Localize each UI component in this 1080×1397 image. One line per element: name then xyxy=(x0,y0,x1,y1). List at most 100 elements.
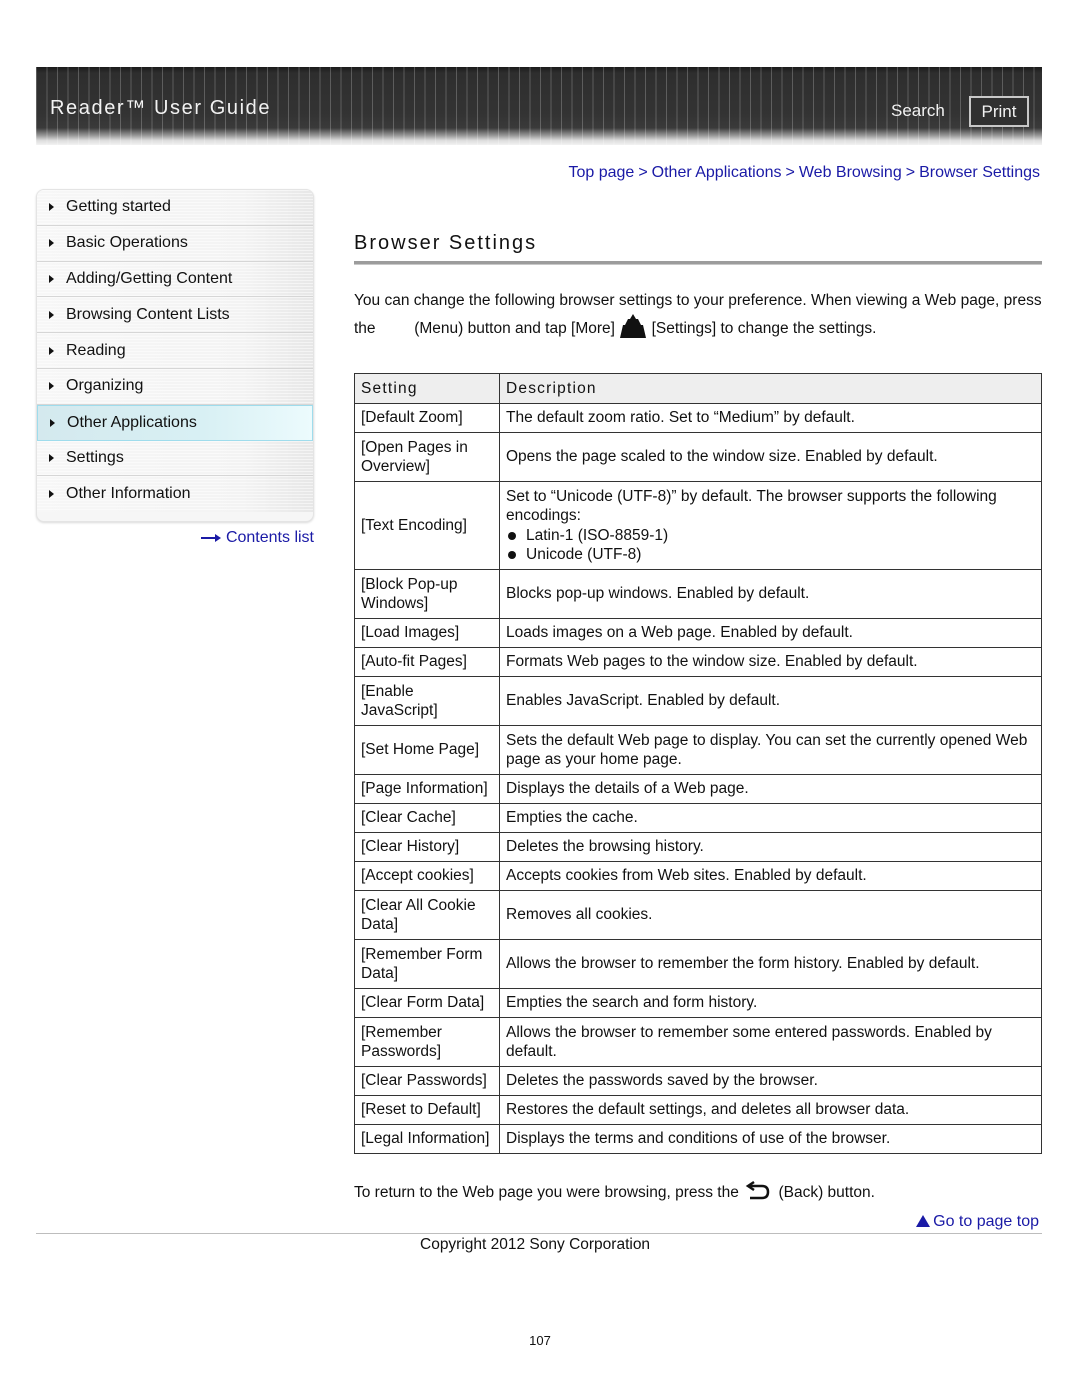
description-text: The default zoom ratio. Set to “Medium” … xyxy=(506,409,855,427)
sidebar-item-getting-started[interactable]: Getting started xyxy=(37,190,313,226)
breadcrumb-separator: > xyxy=(905,164,916,181)
description-text: Removes all cookies. xyxy=(506,906,653,924)
triangle-right-icon xyxy=(49,382,54,391)
description-text: Displays the details of a Web page. xyxy=(506,780,749,798)
setting-description-cell: Empties the cache. xyxy=(499,803,1042,833)
triangle-right-icon xyxy=(49,453,54,462)
table-row: [Reset to Default] Restores the default s… xyxy=(354,1095,1042,1125)
table-row: [Load Images] Loads images on a Web page.… xyxy=(354,618,1042,648)
sidebar-item-reading[interactable]: Reading xyxy=(37,333,313,369)
setting-description-cell: Displays the terms and conditions of use… xyxy=(499,1124,1042,1154)
triangle-right-icon xyxy=(49,310,54,319)
table-row: [Open Pages in Overview] Opens the page s… xyxy=(354,432,1042,482)
print-button[interactable]: Print xyxy=(969,96,1029,127)
sidebar-item-adding-getting-content[interactable]: Adding/Getting Content xyxy=(37,261,313,298)
breadcrumb-browser-settings[interactable]: Browser Settings xyxy=(919,164,1040,181)
encoding-list-item: Unicode (UTF-8) xyxy=(506,545,1035,565)
table-row: [Legal Information] Displays the terms an… xyxy=(354,1124,1042,1154)
return-text-before: To return to the Web page you were brows… xyxy=(354,1184,739,1201)
footer-divider xyxy=(36,1233,1042,1234)
triangle-right-icon xyxy=(50,418,55,427)
setting-name-cell: [Clear Form Data] xyxy=(354,988,500,1018)
triangle-right-icon xyxy=(49,346,54,355)
setting-name-cell: [Open Pages in Overview] xyxy=(354,432,500,482)
sidebar-item-label: Other Applications xyxy=(67,413,197,431)
table-row: [Accept cookies] Accepts cookies from Web… xyxy=(354,861,1042,891)
table-row: [Remember Form Data] Allows the browser t… xyxy=(354,939,1042,989)
setting-name-cell: [Text Encoding] xyxy=(354,481,500,570)
table-row: [Clear All Cookie Data] Removes all cooki… xyxy=(354,890,1042,940)
go-to-page-top-label: Go to page top xyxy=(933,1213,1039,1230)
intro-text-3: [Settings] to change the settings. xyxy=(651,320,877,337)
table-row: [Text Encoding] Set to “Unicode (UTF-8)” … xyxy=(354,481,1042,570)
setting-description-cell: Restores the default settings, and delet… xyxy=(499,1095,1042,1125)
sidebar-item-organizing[interactable]: Organizing xyxy=(37,368,313,405)
setting-description-cell: Opens the page scaled to the window size… xyxy=(499,432,1042,482)
setting-description-cell: Displays the details of a Web page. xyxy=(499,774,1042,804)
setting-name-cell: [Accept cookies] xyxy=(354,861,500,891)
description-text: Accepts cookies from Web sites. Enabled … xyxy=(506,867,867,885)
sidebar-item-label: Adding/Getting Content xyxy=(66,269,233,287)
back-icon xyxy=(745,1180,770,1200)
setting-description-cell: Enables JavaScript. Enabled by default. xyxy=(499,676,1042,726)
setting-name-cell: [Legal Information] xyxy=(354,1124,500,1154)
sidebar-item-basic-operations[interactable]: Basic Operations xyxy=(37,225,313,262)
breadcrumb-other-applications[interactable]: Other Applications xyxy=(652,164,782,181)
description-text: Enables JavaScript. Enabled by default. xyxy=(506,692,781,710)
triangle-up-icon xyxy=(916,1215,931,1227)
setting-description-cell: The default zoom ratio. Set to “Medium” … xyxy=(499,403,1042,433)
encoding-list-item: Latin-1 (ISO-8859-1) xyxy=(506,526,1035,546)
description-text: Loads images on a Web page. Enabled by d… xyxy=(506,624,853,642)
setting-name-cell: [Default Zoom] xyxy=(354,403,500,433)
setting-description-cell: Accepts cookies from Web sites. Enabled … xyxy=(499,861,1042,891)
description-text: Displays the terms and conditions of use… xyxy=(506,1130,891,1148)
setting-description-cell: Empties the search and form history. xyxy=(499,988,1042,1018)
sidebar-item-label: Organizing xyxy=(66,377,144,395)
setting-description-cell: Allows the browser to remember the form … xyxy=(499,939,1042,989)
return-instruction: To return to the Web page you were brows… xyxy=(354,1180,875,1202)
setting-description-cell: Sets the default Web page to display. Yo… xyxy=(499,725,1042,775)
table-row: [Clear Form Data] Empties the search and … xyxy=(354,988,1042,1018)
table-row: [Set Home Page] Sets the default Web page… xyxy=(354,725,1042,775)
setting-name-cell: [Clear Cache] xyxy=(354,803,500,833)
triangle-right-icon xyxy=(49,490,54,499)
page-title: Browser Settings xyxy=(354,232,538,254)
header-bar: Reader™ User Guide Search Print xyxy=(36,67,1042,145)
table-row: [Enable JavaScript] Enables JavaScript. E… xyxy=(354,676,1042,726)
setting-name-cell: [Enable JavaScript] xyxy=(354,676,500,726)
copyright-text: Copyright 2012 Sony Corporation xyxy=(420,1236,651,1253)
search-button[interactable]: Search xyxy=(891,101,945,121)
setting-name-cell: [Remember Passwords] xyxy=(354,1017,500,1067)
sidebar-item-settings[interactable]: Settings xyxy=(37,440,313,477)
triangle-right-icon xyxy=(49,203,54,212)
triangle-right-icon xyxy=(49,239,54,248)
description-text: Sets the default Web page to display. Yo… xyxy=(506,731,1028,769)
triangle-right-icon xyxy=(49,274,54,283)
breadcrumb-web-browsing[interactable]: Web Browsing xyxy=(799,164,902,181)
sidebar-item-other-applications[interactable]: Other Applications xyxy=(37,404,313,441)
table-row: [Remember Passwords] Allows the browser t… xyxy=(354,1017,1042,1067)
description-text: Restores the default settings, and delet… xyxy=(506,1101,910,1119)
sidebar-item-browsing-content-lists[interactable]: Browsing Content Lists xyxy=(37,297,313,334)
contents-list-label: Contents list xyxy=(225,529,314,546)
description-text: Empties the cache. xyxy=(506,809,638,827)
table-row: [Clear Cache] Empties the cache. xyxy=(354,803,1042,833)
table-row: [Auto-fit Pages] Formats Web pages to the… xyxy=(354,647,1042,677)
guide-title: Reader™ User Guide xyxy=(50,97,272,119)
column-header-description: Description xyxy=(499,373,1042,404)
description-text: Blocks pop-up windows. Enabled by defaul… xyxy=(506,585,810,603)
breadcrumb-top-page[interactable]: Top page xyxy=(568,164,634,181)
sidebar-item-label: Browsing Content Lists xyxy=(66,305,230,323)
breadcrumb: Top page > Other Applications > Web Browsing… xyxy=(568,164,1040,182)
description-text: Empties the search and form history. xyxy=(506,994,758,1012)
setting-description-cell: Blocks pop-up windows. Enabled by defaul… xyxy=(499,569,1042,619)
settings-table: Setting Description [Default Zoom] The de… xyxy=(354,373,1042,1154)
sidebar-item-label: Other Information xyxy=(66,485,191,503)
title-divider xyxy=(354,261,1042,265)
go-to-page-top-link[interactable]: Go to page top xyxy=(916,1213,1039,1231)
sidebar-item-label: Reading xyxy=(66,341,126,359)
contents-list-link[interactable]: Contents list xyxy=(200,529,314,547)
sidebar-item-other-information[interactable]: Other Information xyxy=(37,476,313,513)
table-row: [Default Zoom] The default zoom ratio. Se… xyxy=(354,403,1042,433)
settings-icon xyxy=(620,314,647,338)
